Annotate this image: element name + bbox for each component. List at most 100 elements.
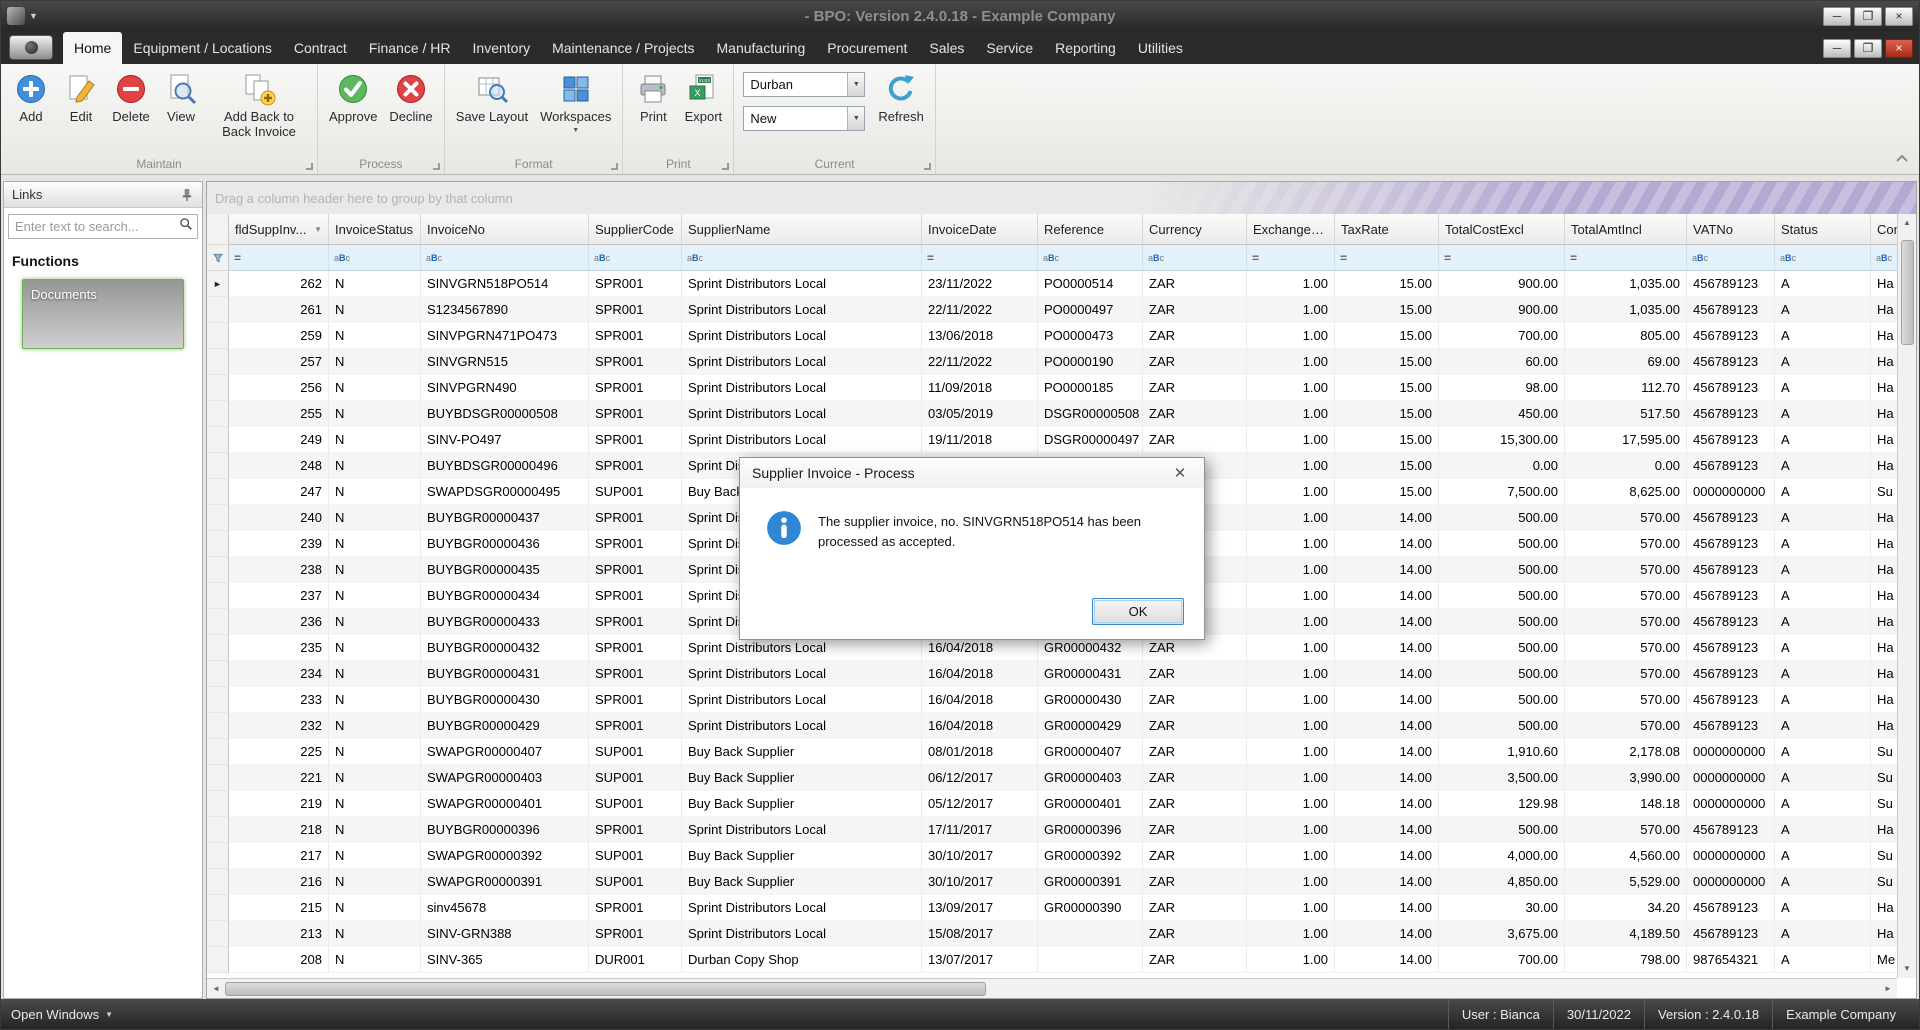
cell-status[interactable]: A	[1775, 505, 1871, 531]
cell-taxrate[interactable]: 15.00	[1335, 375, 1439, 401]
cell-status[interactable]: A	[1775, 687, 1871, 713]
cell-totalcostexcl[interactable]: 500.00	[1439, 713, 1565, 739]
cell-fldsuppinvoiceid[interactable]: 218	[229, 817, 329, 843]
edit-button[interactable]: Edit	[57, 68, 105, 127]
column-header-vatno[interactable]: VATNo	[1687, 214, 1775, 245]
cell-totalamtincl[interactable]: 112.70	[1565, 375, 1687, 401]
cell-invoicestatus[interactable]: N	[329, 531, 421, 557]
cell-invoiceno[interactable]: SWAPGR00000391	[421, 869, 589, 895]
cell-vatno[interactable]: 456789123	[1687, 921, 1775, 947]
cell-exchangerate[interactable]: 1.00	[1247, 505, 1335, 531]
cell-invoicedate[interactable]: 03/05/2019	[922, 401, 1038, 427]
cell-totalcostexcl[interactable]: 500.00	[1439, 687, 1565, 713]
cell-taxrate[interactable]: 15.00	[1335, 297, 1439, 323]
cell-invoicedate[interactable]: 11/09/2018	[922, 375, 1038, 401]
cell-fldsuppinvoiceid[interactable]: 225	[229, 739, 329, 765]
cell-invoicedate[interactable]: 30/10/2017	[922, 869, 1038, 895]
cell-totalamtincl[interactable]: 69.00	[1565, 349, 1687, 375]
cell-invoicedate[interactable]: 13/07/2017	[922, 947, 1038, 973]
cell-fldsuppinvoiceid[interactable]: 234	[229, 661, 329, 687]
add-button[interactable]: Add	[7, 68, 55, 127]
column-header-reference[interactable]: Reference	[1038, 214, 1143, 245]
cell-vatno[interactable]: 456789123	[1687, 661, 1775, 687]
cell-totalcostexcl[interactable]: 700.00	[1439, 323, 1565, 349]
filter-cell-status[interactable]: aBc	[1775, 245, 1871, 271]
table-row[interactable]: 221NSWAPGR00000403SUP001Buy Back Supplie…	[207, 765, 1916, 791]
cell-invoicedate[interactable]: 19/11/2018	[922, 427, 1038, 453]
cell-totalcostexcl[interactable]: 4,000.00	[1439, 843, 1565, 869]
cell-vatno[interactable]: 456789123	[1687, 635, 1775, 661]
cell-totalamtincl[interactable]: 570.00	[1565, 609, 1687, 635]
tab-maintenance-projects[interactable]: Maintenance / Projects	[541, 32, 705, 64]
table-row[interactable]: 259NSINVPGRN471PO473SPR001Sprint Distrib…	[207, 323, 1916, 349]
cell-invoiceno[interactable]: BUYBGR00000431	[421, 661, 589, 687]
cell-totalamtincl[interactable]: 570.00	[1565, 635, 1687, 661]
cell-currency[interactable]: ZAR	[1143, 921, 1247, 947]
filter-cell-suppliername[interactable]: aBc	[682, 245, 922, 271]
cell-taxrate[interactable]: 15.00	[1335, 323, 1439, 349]
cell-taxrate[interactable]: 14.00	[1335, 713, 1439, 739]
cell-totalcostexcl[interactable]: 900.00	[1439, 271, 1565, 297]
cell-currency[interactable]: ZAR	[1143, 661, 1247, 687]
cell-status[interactable]: A	[1775, 713, 1871, 739]
cell-vatno[interactable]: 0000000000	[1687, 739, 1775, 765]
cell-totalcostexcl[interactable]: 7,500.00	[1439, 479, 1565, 505]
cell-totalcostexcl[interactable]: 60.00	[1439, 349, 1565, 375]
cell-exchangerate[interactable]: 1.00	[1247, 531, 1335, 557]
current-filter-select-2[interactable]: New▼	[743, 106, 865, 131]
filter-cell-exchangerate[interactable]: =	[1247, 245, 1335, 271]
cell-status[interactable]: A	[1775, 271, 1871, 297]
cell-invoiceno[interactable]: SWAPDSGR00000495	[421, 479, 589, 505]
column-header-invoicedate[interactable]: InvoiceDate	[922, 214, 1038, 245]
cell-suppliername[interactable]: Sprint Distributors Local	[682, 895, 922, 921]
cell-invoicestatus[interactable]: N	[329, 921, 421, 947]
table-row[interactable]: 233NBUYBGR00000430SPR001Sprint Distribut…	[207, 687, 1916, 713]
cell-reference[interactable]: GR00000431	[1038, 661, 1143, 687]
cell-totalcostexcl[interactable]: 500.00	[1439, 817, 1565, 843]
filter-cell-invoicedate[interactable]: =	[922, 245, 1038, 271]
column-header-taxrate[interactable]: TaxRate	[1335, 214, 1439, 245]
tab-service[interactable]: Service	[975, 32, 1044, 64]
filter-cell-totalcostexcl[interactable]: =	[1439, 245, 1565, 271]
cell-reference[interactable]: GR00000396	[1038, 817, 1143, 843]
cell-invoicestatus[interactable]: N	[329, 895, 421, 921]
cell-invoiceno[interactable]: BUYBGR00000437	[421, 505, 589, 531]
cell-status[interactable]: A	[1775, 791, 1871, 817]
cell-invoicedate[interactable]: 22/11/2022	[922, 349, 1038, 375]
cell-fldsuppinvoiceid[interactable]: 237	[229, 583, 329, 609]
column-header-currency[interactable]: Currency	[1143, 214, 1247, 245]
cell-suppliercode[interactable]: SPR001	[589, 583, 682, 609]
cell-totalamtincl[interactable]: 34.20	[1565, 895, 1687, 921]
cell-invoicedate[interactable]: 16/04/2018	[922, 713, 1038, 739]
cell-fldsuppinvoiceid[interactable]: 239	[229, 531, 329, 557]
table-row[interactable]: 213NSINV-GRN388SPR001Sprint Distributors…	[207, 921, 1916, 947]
cell-status[interactable]: A	[1775, 323, 1871, 349]
column-header-invoicestatus[interactable]: InvoiceStatus	[329, 214, 421, 245]
cell-vatno[interactable]: 0000000000	[1687, 791, 1775, 817]
cell-totalamtincl[interactable]: 5,529.00	[1565, 869, 1687, 895]
cell-status[interactable]: A	[1775, 947, 1871, 973]
tab-contract[interactable]: Contract	[283, 32, 358, 64]
cell-status[interactable]: A	[1775, 453, 1871, 479]
cell-taxrate[interactable]: 14.00	[1335, 583, 1439, 609]
cell-vatno[interactable]: 456789123	[1687, 375, 1775, 401]
cell-suppliername[interactable]: Sprint Distributors Local	[682, 661, 922, 687]
cell-fldsuppinvoiceid[interactable]: 221	[229, 765, 329, 791]
cell-totalamtincl[interactable]: 805.00	[1565, 323, 1687, 349]
mdi-restore-icon[interactable]: ❐	[1854, 39, 1882, 58]
cell-exchangerate[interactable]: 1.00	[1247, 765, 1335, 791]
cell-suppliername[interactable]: Sprint Distributors Local	[682, 375, 922, 401]
cell-totalamtincl[interactable]: 570.00	[1565, 583, 1687, 609]
cell-invoicestatus[interactable]: N	[329, 609, 421, 635]
cell-fldsuppinvoiceid[interactable]: 257	[229, 349, 329, 375]
cell-totalamtincl[interactable]: 570.00	[1565, 817, 1687, 843]
cell-invoicestatus[interactable]: N	[329, 271, 421, 297]
cell-fldsuppinvoiceid[interactable]: 208	[229, 947, 329, 973]
cell-totalcostexcl[interactable]: 98.00	[1439, 375, 1565, 401]
cell-currency[interactable]: ZAR	[1143, 401, 1247, 427]
cell-suppliername[interactable]: Buy Back Supplier	[682, 739, 922, 765]
cell-taxrate[interactable]: 14.00	[1335, 791, 1439, 817]
cell-invoicestatus[interactable]: N	[329, 505, 421, 531]
cell-vatno[interactable]: 456789123	[1687, 895, 1775, 921]
cell-invoiceno[interactable]: BUYBDSGR00000496	[421, 453, 589, 479]
